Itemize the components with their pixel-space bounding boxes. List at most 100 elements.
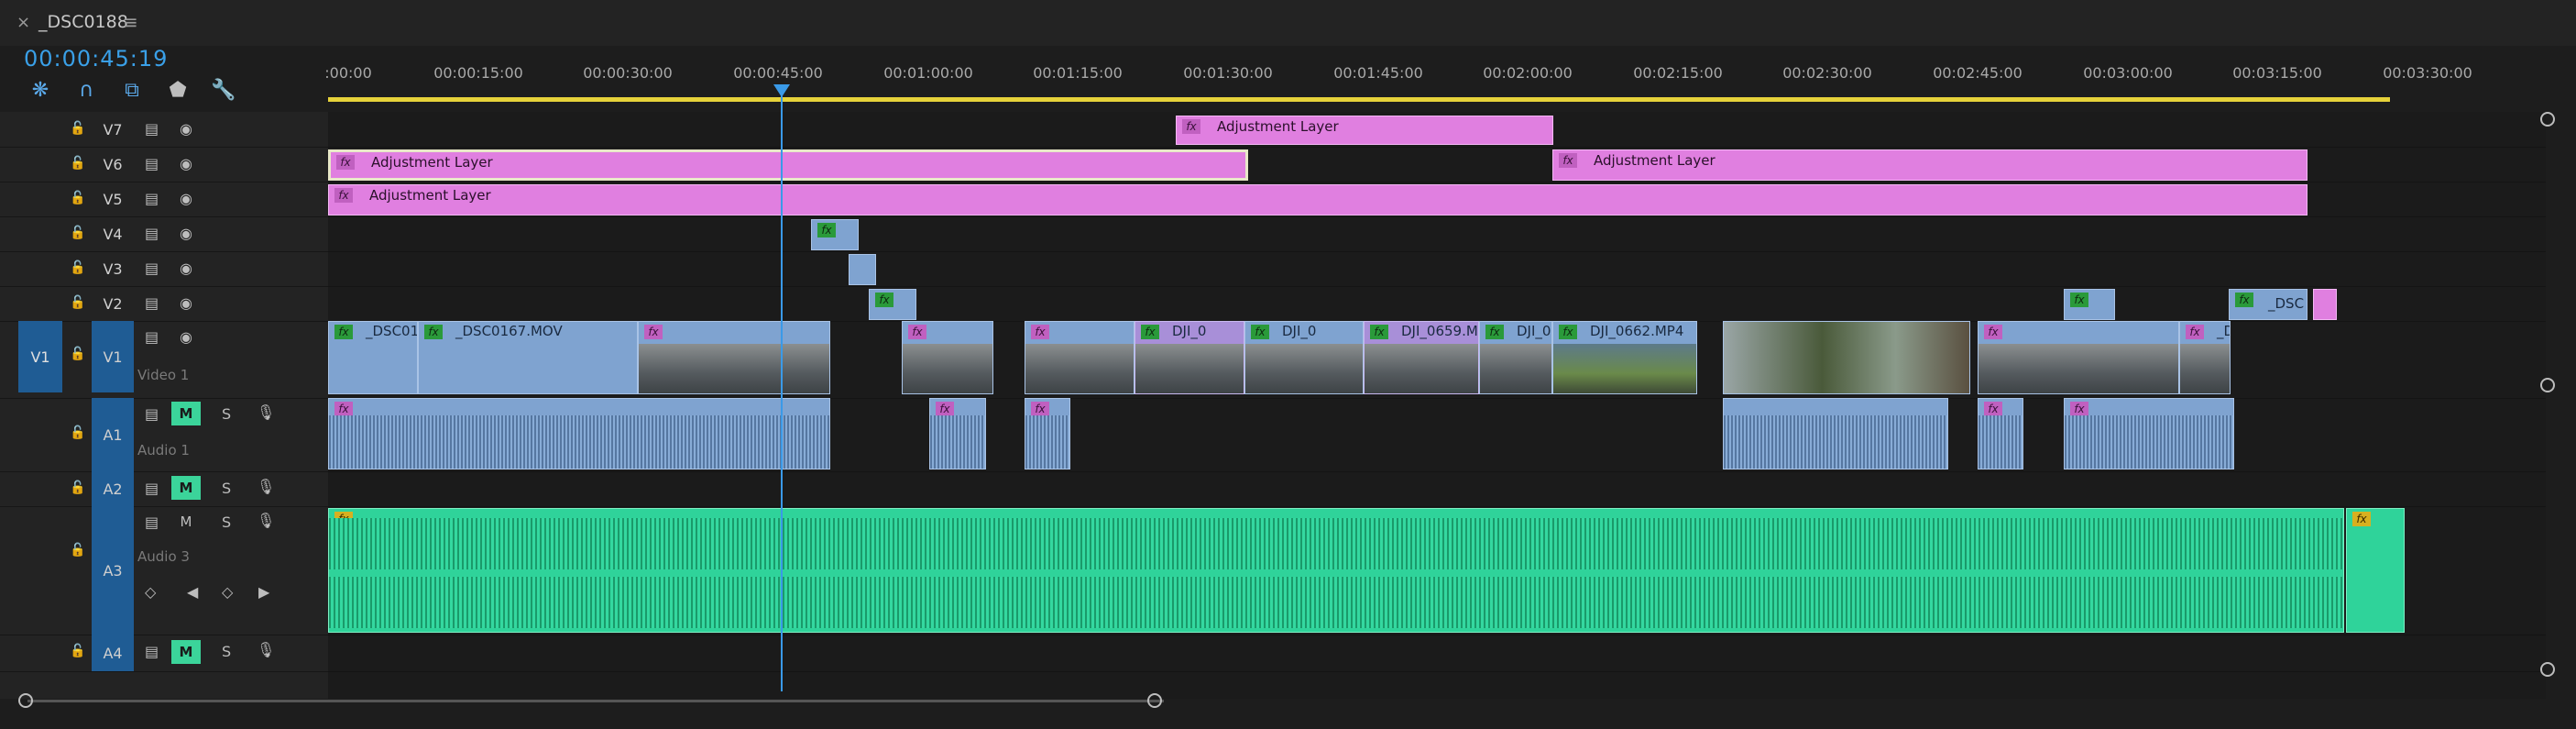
- eye-icon[interactable]: ◉: [180, 328, 192, 346]
- mute-button[interactable]: M: [171, 510, 201, 534]
- lane-a1[interactable]: fx fx fx fx fx: [328, 398, 2546, 472]
- lock-icon[interactable]: 🔓: [70, 295, 85, 310]
- sync-lock-icon[interactable]: ▤: [145, 155, 159, 172]
- prev-keyframe-icon[interactable]: ◀: [187, 583, 198, 601]
- lock-icon[interactable]: 🔓: [70, 156, 85, 171]
- video-clip[interactable]: fx: [2064, 289, 2115, 320]
- eye-icon[interactable]: ◉: [180, 225, 192, 242]
- audio-clip[interactable]: fx: [328, 398, 830, 469]
- sync-lock-icon[interactable]: ▤: [145, 294, 159, 312]
- panel-menu-icon[interactable]: ≡: [123, 11, 138, 33]
- scroll-handle-top[interactable]: [2540, 112, 2555, 127]
- sync-lock-icon[interactable]: ▤: [145, 480, 159, 497]
- audio-clip[interactable]: fx: [1978, 398, 2023, 469]
- close-icon[interactable]: ×: [16, 13, 30, 32]
- lane-v7[interactable]: fx Adjustment Layer: [328, 112, 2546, 148]
- video-clip[interactable]: fx: [869, 289, 916, 320]
- lane-v4[interactable]: fx: [328, 216, 2546, 252]
- nest-toggle-icon[interactable]: ❋: [27, 77, 53, 103]
- solo-button[interactable]: S: [222, 514, 231, 531]
- video-clip[interactable]: fx DJI_0: [1479, 321, 1552, 394]
- adjustment-layer-clip[interactable]: fx Adjustment Layer: [1176, 116, 1553, 145]
- track-label-v5[interactable]: V5: [92, 185, 134, 213]
- track-label-v6[interactable]: V6: [92, 150, 134, 178]
- lock-icon[interactable]: 🔓: [70, 347, 85, 361]
- video-clip[interactable]: fx: [902, 321, 993, 394]
- microphone-icon[interactable]: 🎙: [257, 641, 275, 658]
- lock-icon[interactable]: 🔓: [70, 226, 85, 240]
- video-clip[interactable]: [849, 254, 876, 285]
- video-clip[interactable]: fx DJI_0659.M: [1364, 321, 1479, 394]
- mute-button[interactable]: M: [171, 640, 201, 664]
- microphone-icon[interactable]: 🎙: [257, 403, 275, 421]
- mute-button[interactable]: M: [171, 402, 201, 425]
- video-clip[interactable]: fx DJI_0: [1244, 321, 1364, 394]
- lane-a4[interactable]: [328, 635, 2546, 672]
- timeline-lanes[interactable]: fx Adjustment Layer fx Adjustment Layer …: [328, 112, 2546, 699]
- microphone-icon[interactable]: 🎙: [257, 478, 275, 495]
- scroll-handle-mid[interactable]: [2540, 378, 2555, 392]
- video-clip[interactable]: fx _DSC0167.MOV: [418, 321, 638, 394]
- keyframe-toggle-icon[interactable]: ◇: [145, 583, 156, 601]
- playhead-line[interactable]: [781, 86, 783, 691]
- lane-v3[interactable]: [328, 251, 2546, 287]
- video-clip[interactable]: fx _DSC: [2179, 321, 2231, 394]
- video-clip[interactable]: fx DJI_0: [1135, 321, 1244, 394]
- lock-icon[interactable]: 🔓: [70, 260, 85, 275]
- snap-magnet-icon[interactable]: ∩: [73, 77, 99, 103]
- adjustment-layer-clip[interactable]: fx Adjustment Layer: [328, 184, 2307, 215]
- music-audio-clip[interactable]: fx: [328, 508, 2344, 633]
- eye-icon[interactable]: ◉: [180, 260, 192, 277]
- scroll-track[interactable]: [27, 700, 1164, 702]
- scroll-handle-right[interactable]: [1147, 693, 1162, 708]
- sync-lock-icon[interactable]: ▤: [145, 225, 159, 242]
- sync-lock-icon[interactable]: ▤: [145, 190, 159, 207]
- track-label-a1[interactable]: A1: [92, 398, 134, 471]
- lane-v5[interactable]: fx Adjustment Layer: [328, 182, 2546, 217]
- video-clip[interactable]: fx _DSC01: [328, 321, 418, 394]
- add-keyframe-icon[interactable]: ◇: [222, 583, 233, 601]
- adjustment-layer-clip[interactable]: fx Adjustment Layer: [328, 149, 1248, 181]
- eye-icon[interactable]: ◉: [180, 155, 192, 172]
- source-patch-v1[interactable]: V1: [18, 321, 62, 392]
- track-label-v7[interactable]: V7: [92, 116, 134, 143]
- add-marker-icon[interactable]: ⬟: [165, 77, 191, 103]
- solo-button[interactable]: S: [222, 405, 231, 423]
- sequence-tab-title[interactable]: _DSC0188: [38, 12, 128, 32]
- solo-button[interactable]: S: [222, 643, 231, 660]
- lane-a3[interactable]: fx fx: [328, 506, 2546, 635]
- audio-clip[interactable]: fx: [929, 398, 986, 469]
- audio-clip[interactable]: fx: [1025, 398, 1070, 469]
- eye-icon[interactable]: ◉: [180, 294, 192, 312]
- lane-v6[interactable]: fx Adjustment Layer fx Adjustment Layer: [328, 147, 2546, 182]
- track-label-v2[interactable]: V2: [92, 290, 134, 317]
- microphone-icon[interactable]: 🎙: [257, 512, 275, 529]
- playhead-timecode[interactable]: 00:00:45:19: [24, 46, 168, 72]
- work-area-bar[interactable]: [328, 97, 2390, 102]
- lock-icon[interactable]: 🔓: [70, 425, 85, 440]
- track-label-v4[interactable]: V4: [92, 220, 134, 248]
- adjustment-layer-clip[interactable]: fx Adjustment Layer: [1552, 149, 2307, 181]
- timeline-settings-wrench-icon[interactable]: 🔧: [211, 77, 236, 103]
- eye-icon[interactable]: ◉: [180, 190, 192, 207]
- linked-selection-icon[interactable]: ⧉: [119, 77, 145, 103]
- lane-a2[interactable]: [328, 471, 2546, 507]
- track-label-a3[interactable]: A3: [92, 506, 134, 635]
- lock-icon[interactable]: 🔓: [70, 480, 85, 495]
- scroll-handle-left[interactable]: [18, 693, 33, 708]
- lock-icon[interactable]: 🔓: [70, 191, 85, 205]
- sync-lock-icon[interactable]: ▤: [145, 643, 159, 660]
- video-clip[interactable]: fx DJI_0662.MP4: [1552, 321, 1697, 394]
- vertical-scrollbar[interactable]: [2540, 112, 2555, 690]
- video-clip[interactable]: fx: [1025, 321, 1135, 394]
- lock-icon[interactable]: 🔓: [70, 543, 85, 558]
- music-audio-clip[interactable]: fx: [2346, 508, 2405, 633]
- lock-icon[interactable]: 🔓: [70, 644, 85, 658]
- adjustment-layer-clip[interactable]: [2313, 289, 2337, 320]
- video-clip[interactable]: fx: [811, 219, 859, 250]
- video-clip[interactable]: fx: [1978, 321, 2179, 394]
- sync-lock-icon[interactable]: ▤: [145, 405, 159, 423]
- next-keyframe-icon[interactable]: ▶: [258, 583, 269, 601]
- video-clip[interactable]: fx _DSC: [2229, 289, 2307, 320]
- sync-lock-icon[interactable]: ▤: [145, 120, 159, 138]
